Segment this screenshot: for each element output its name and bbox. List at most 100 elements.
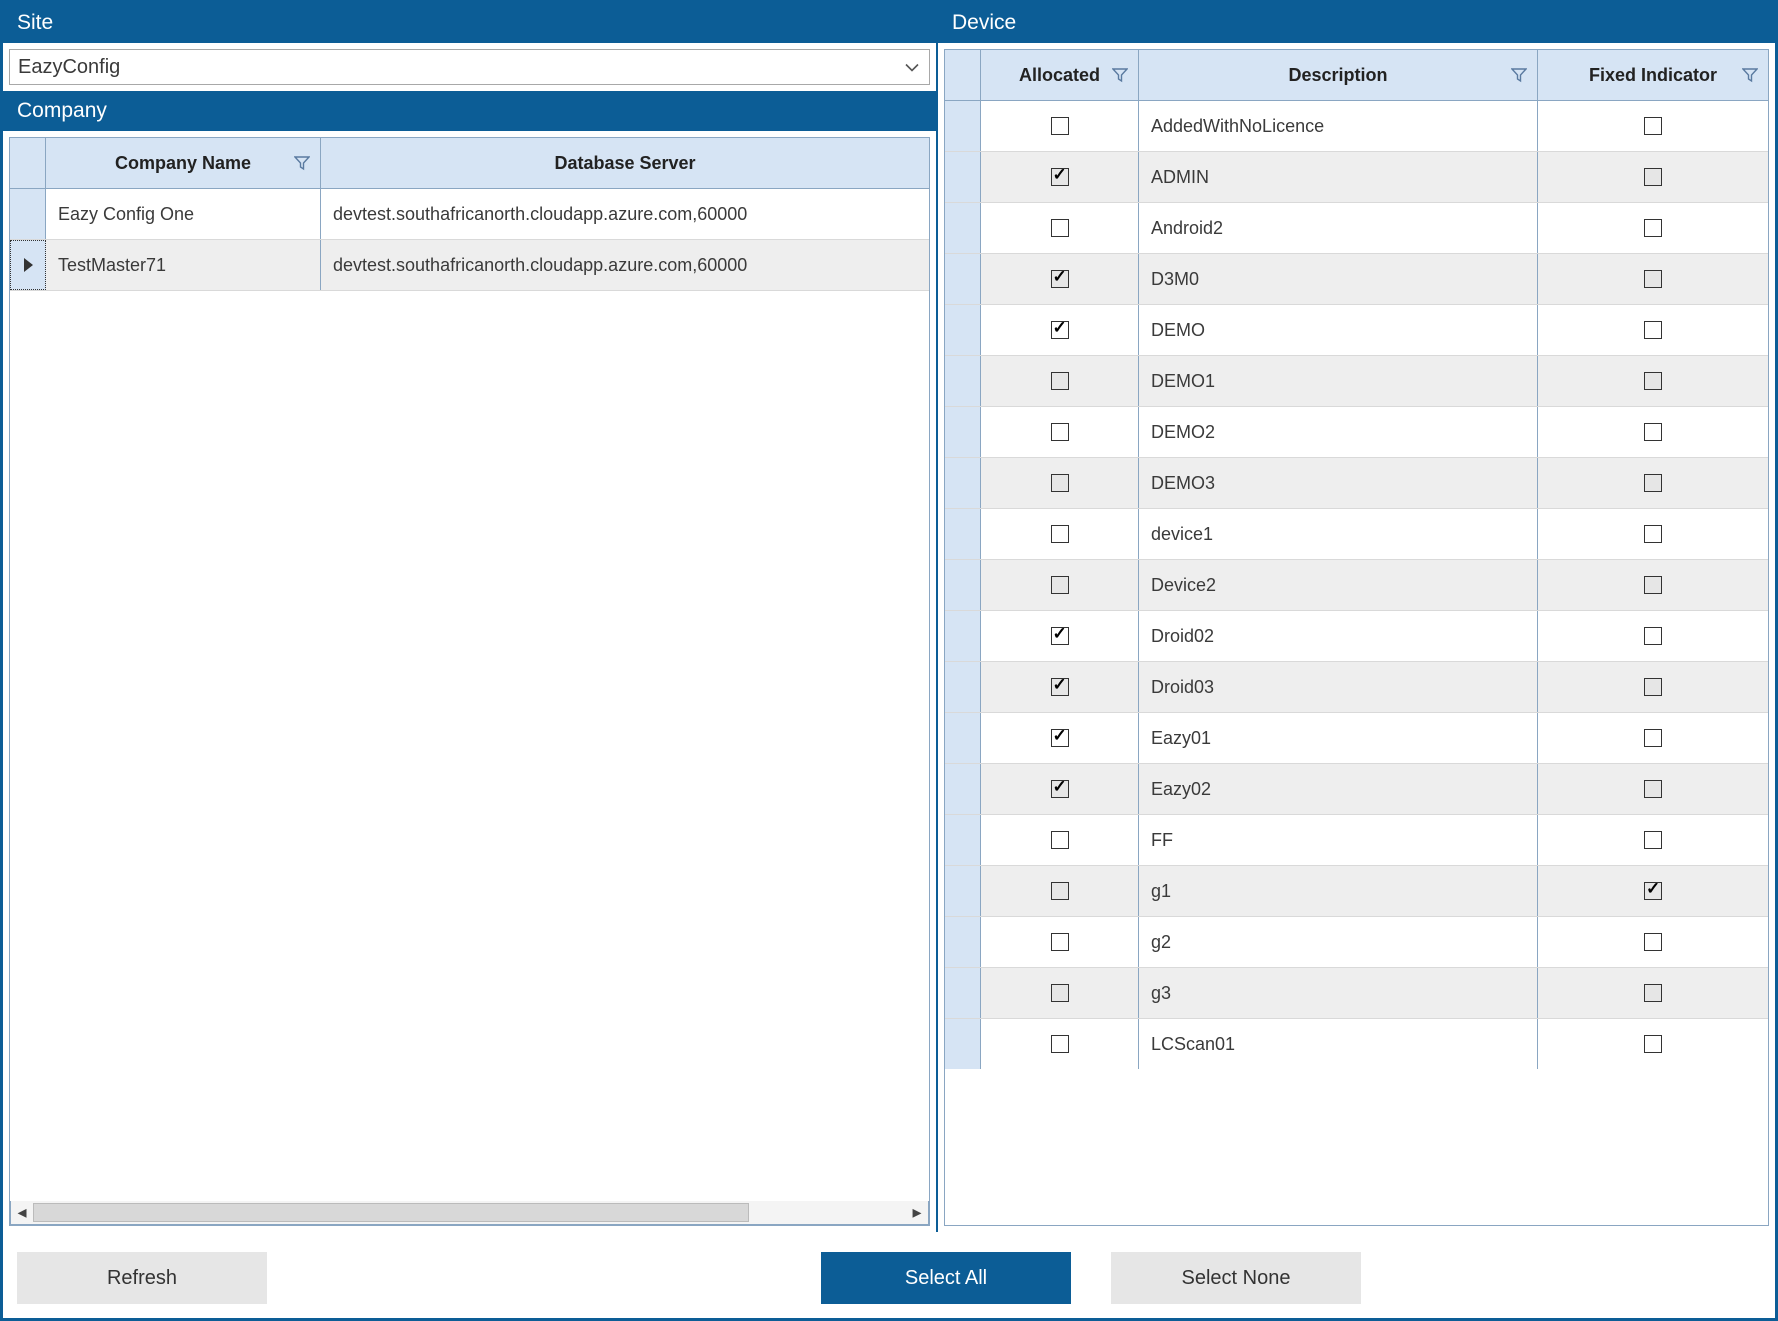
device-fixed-cell[interactable] [1538,152,1768,202]
device-description-cell[interactable]: DEMO2 [1139,407,1538,457]
fixed-checkbox[interactable] [1644,882,1662,900]
device-allocated-cell[interactable] [981,611,1139,661]
fixed-checkbox[interactable] [1644,117,1662,135]
allocated-checkbox[interactable] [1051,270,1069,288]
device-description-cell[interactable]: g1 [1139,866,1538,916]
allocated-checkbox[interactable] [1051,882,1069,900]
fixed-checkbox[interactable] [1644,219,1662,237]
table-row[interactable]: Device2 [945,560,1768,611]
device-allocated-cell[interactable] [981,917,1139,967]
device-description-cell[interactable]: Droid02 [1139,611,1538,661]
table-row[interactable]: DEMO2 [945,407,1768,458]
select-all-button[interactable]: Select All [821,1252,1071,1304]
row-selector[interactable] [945,407,981,457]
row-selector[interactable] [10,189,46,239]
device-allocated-cell[interactable] [981,305,1139,355]
table-row[interactable]: D3M0 [945,254,1768,305]
allocated-checkbox[interactable] [1051,423,1069,441]
table-row[interactable]: Droid02 [945,611,1768,662]
fixed-checkbox[interactable] [1644,831,1662,849]
device-allocated-cell[interactable] [981,866,1139,916]
filter-icon[interactable] [294,155,310,171]
table-row[interactable]: Droid03 [945,662,1768,713]
row-selector[interactable] [945,764,981,814]
device-allocated-cell[interactable] [981,152,1139,202]
fixed-checkbox[interactable] [1644,1035,1662,1053]
table-row[interactable]: AddedWithNoLicence [945,101,1768,152]
row-selector[interactable] [945,101,981,151]
row-selector[interactable] [945,458,981,508]
table-row[interactable]: DEMO1 [945,356,1768,407]
device-description-cell[interactable]: g2 [1139,917,1538,967]
device-description-cell[interactable]: Android2 [1139,203,1538,253]
fixed-checkbox[interactable] [1644,678,1662,696]
allocated-checkbox[interactable] [1051,984,1069,1002]
device-description-cell[interactable]: DEMO [1139,305,1538,355]
row-selector[interactable] [945,560,981,610]
allocated-checkbox[interactable] [1051,219,1069,237]
scroll-left-icon[interactable]: ◂ [11,1201,33,1224]
table-row[interactable]: Eazy02 [945,764,1768,815]
device-allocated-cell[interactable] [981,458,1139,508]
allocated-checkbox[interactable] [1051,372,1069,390]
device-fixed-cell[interactable] [1538,917,1768,967]
table-row[interactable]: g3 [945,968,1768,1019]
device-fixed-cell[interactable] [1538,254,1768,304]
device-description-cell[interactable]: Device2 [1139,560,1538,610]
allocated-checkbox[interactable] [1051,321,1069,339]
row-selector[interactable] [945,356,981,406]
table-row[interactable]: ADMIN [945,152,1768,203]
row-selector[interactable] [10,240,46,290]
device-allocated-cell[interactable] [981,815,1139,865]
refresh-button[interactable]: Refresh [17,1252,267,1304]
allocated-checkbox[interactable] [1051,576,1069,594]
row-selector[interactable] [945,968,981,1018]
allocated-checkbox[interactable] [1051,168,1069,186]
device-allocated-cell[interactable] [981,254,1139,304]
device-description-cell[interactable]: Eazy02 [1139,764,1538,814]
select-none-button[interactable]: Select None [1111,1252,1361,1304]
fixed-checkbox[interactable] [1644,321,1662,339]
device-fixed-cell[interactable] [1538,611,1768,661]
row-selector[interactable] [945,917,981,967]
device-fixed-cell[interactable] [1538,866,1768,916]
device-allocated-cell[interactable] [981,560,1139,610]
filter-icon[interactable] [1742,67,1758,83]
device-description-cell[interactable]: ADMIN [1139,152,1538,202]
fixed-checkbox[interactable] [1644,627,1662,645]
company-db-cell[interactable]: devtest.southafricanorth.cloudapp.azure.… [321,189,929,239]
fixed-checkbox[interactable] [1644,474,1662,492]
table-row[interactable]: Android2 [945,203,1768,254]
device-fixed-cell[interactable] [1538,356,1768,406]
filter-icon[interactable] [1511,67,1527,83]
device-description-cell[interactable]: AddedWithNoLicence [1139,101,1538,151]
device-fixed-cell[interactable] [1538,560,1768,610]
device-allocated-cell[interactable] [981,713,1139,763]
device-fixed-cell[interactable] [1538,305,1768,355]
site-select[interactable]: EazyConfig [9,49,930,85]
allocated-checkbox[interactable] [1051,627,1069,645]
device-allocated-cell[interactable] [981,509,1139,559]
device-description-cell[interactable]: FF [1139,815,1538,865]
allocated-checkbox[interactable] [1051,474,1069,492]
company-name-cell[interactable]: Eazy Config One [46,189,321,239]
device-description-cell[interactable]: DEMO3 [1139,458,1538,508]
fixed-checkbox[interactable] [1644,423,1662,441]
device-allocated-cell[interactable] [981,662,1139,712]
table-row[interactable]: Eazy01 [945,713,1768,764]
table-row[interactable]: LCScan01 [945,1019,1768,1049]
table-row[interactable]: device1 [945,509,1768,560]
filter-icon[interactable] [1112,67,1128,83]
row-selector[interactable] [945,713,981,763]
device-fixed-cell[interactable] [1538,458,1768,508]
table-row[interactable]: TestMaster71devtest.southafricanorth.clo… [10,240,929,291]
table-row[interactable]: g2 [945,917,1768,968]
device-allocated-cell[interactable] [981,968,1139,1018]
fixed-checkbox[interactable] [1644,576,1662,594]
allocated-checkbox[interactable] [1051,780,1069,798]
row-selector[interactable] [945,662,981,712]
device-fixed-cell[interactable] [1538,815,1768,865]
device-allocated-cell[interactable] [981,407,1139,457]
company-name-cell[interactable]: TestMaster71 [46,240,321,290]
device-allocated-cell[interactable] [981,203,1139,253]
